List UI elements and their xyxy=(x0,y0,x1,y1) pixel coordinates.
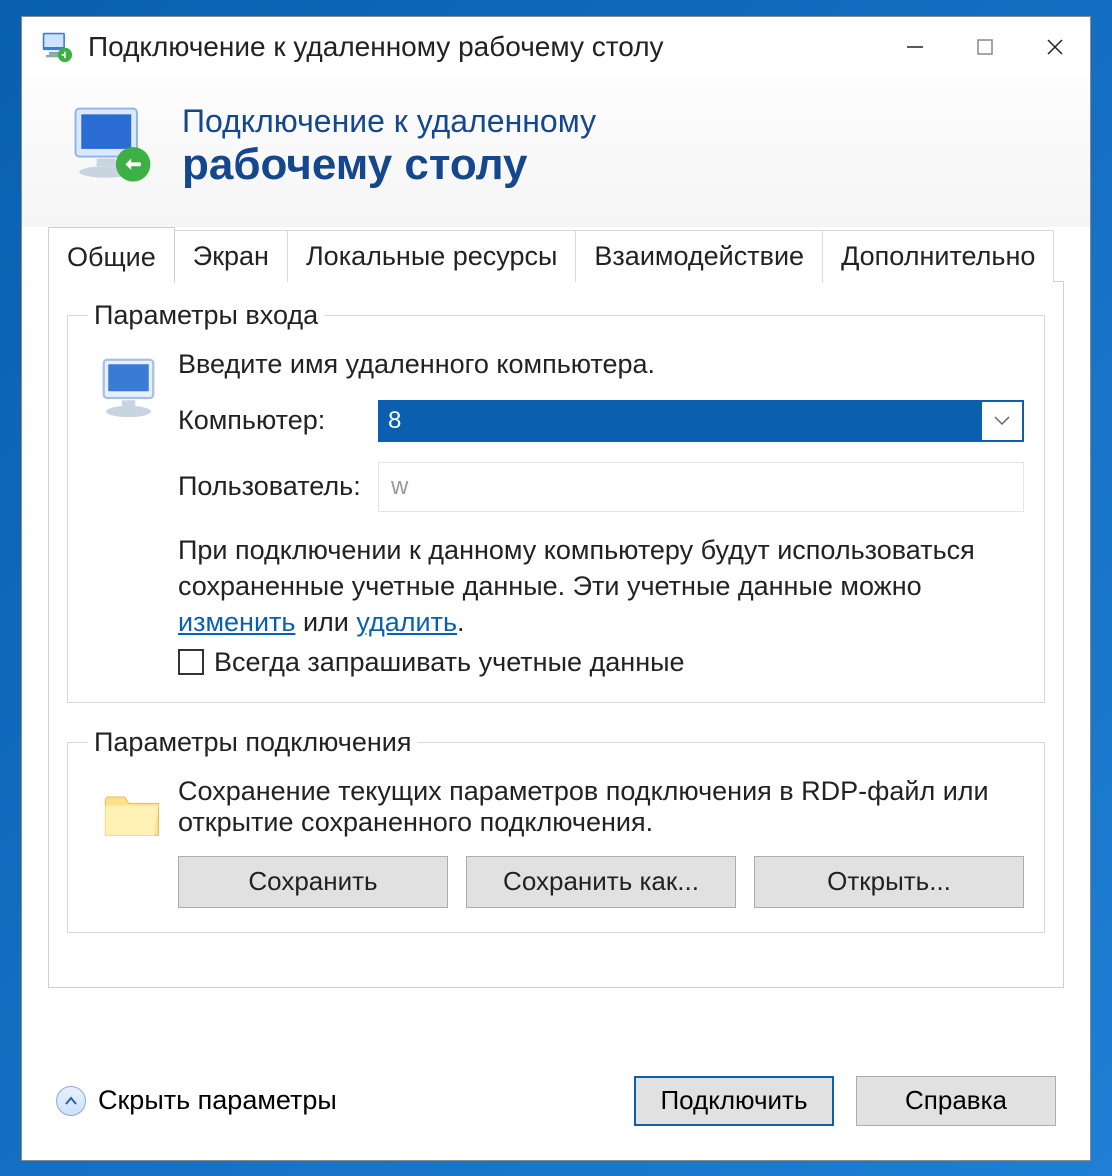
computer-value[interactable]: 8 xyxy=(380,402,982,440)
footer: Скрыть параметры Подключить Справка xyxy=(22,1054,1090,1160)
help-button[interactable]: Справка xyxy=(856,1076,1056,1126)
header-text: Подключение к удаленному рабочему столу xyxy=(182,103,596,190)
edit-creds-link[interactable]: изменить xyxy=(178,607,295,637)
tab-general[interactable]: Общие xyxy=(48,227,175,283)
checkbox-label: Всегда запрашивать учетные данные xyxy=(214,647,685,678)
header: Подключение к удаленному рабочему столу xyxy=(22,77,1090,227)
checkbox-icon[interactable] xyxy=(178,649,204,675)
computer-icon xyxy=(88,349,178,425)
titlebar: Подключение к удаленному рабочему столу xyxy=(22,17,1090,77)
conn-group-legend: Параметры подключения xyxy=(88,727,417,758)
tab-local-resources[interactable]: Локальные ресурсы xyxy=(287,230,576,282)
tab-panel-general: Параметры входа Введите имя удаленного к… xyxy=(48,281,1064,988)
user-field[interactable]: w xyxy=(378,462,1024,512)
collapse-up-icon[interactable] xyxy=(56,1086,86,1116)
chevron-down-icon[interactable] xyxy=(982,402,1022,440)
saved-creds-text: При подключении к данному компьютеру буд… xyxy=(178,532,1024,641)
open-button[interactable]: Открыть... xyxy=(754,856,1024,908)
login-prompt: Введите имя удаленного компьютера. xyxy=(178,349,1024,380)
header-line2: рабочему столу xyxy=(182,140,596,190)
maximize-button[interactable] xyxy=(950,22,1020,72)
always-prompt-checkbox[interactable]: Всегда запрашивать учетные данные xyxy=(178,647,1024,678)
hide-options-label: Скрыть параметры xyxy=(98,1085,337,1116)
folder-icon xyxy=(88,776,178,848)
connect-button[interactable]: Подключить xyxy=(634,1076,834,1126)
user-label: Пользователь: xyxy=(178,471,378,502)
save-as-button[interactable]: Сохранить как... xyxy=(466,856,736,908)
tabs: Общие Экран Локальные ресурсы Взаимодейс… xyxy=(22,227,1090,282)
computer-combobox[interactable]: 8 xyxy=(378,400,1024,442)
window-controls xyxy=(880,22,1090,72)
computer-label: Компьютер: xyxy=(178,405,378,436)
hide-options-toggle[interactable]: Скрыть параметры xyxy=(56,1085,337,1116)
minimize-button[interactable] xyxy=(880,22,950,72)
login-group: Параметры входа Введите имя удаленного к… xyxy=(67,300,1045,703)
close-button[interactable] xyxy=(1020,22,1090,72)
tab-display[interactable]: Экран xyxy=(174,230,288,282)
app-icon xyxy=(36,26,78,68)
tab-experience[interactable]: Взаимодействие xyxy=(575,230,823,282)
header-line1: Подключение к удаленному xyxy=(182,103,596,140)
conn-desc: Сохранение текущих параметров подключени… xyxy=(178,776,1024,838)
window-title: Подключение к удаленному рабочему столу xyxy=(88,31,664,63)
login-group-legend: Параметры входа xyxy=(88,300,324,331)
delete-creds-link[interactable]: удалить xyxy=(356,607,457,637)
tab-advanced[interactable]: Дополнительно xyxy=(822,230,1054,282)
rdp-dialog: Подключение к удаленному рабочему столу xyxy=(21,16,1091,1161)
save-button[interactable]: Сохранить xyxy=(178,856,448,908)
header-icon xyxy=(62,97,162,197)
conn-group: Параметры подключения Сохранение текущих… xyxy=(67,727,1045,933)
